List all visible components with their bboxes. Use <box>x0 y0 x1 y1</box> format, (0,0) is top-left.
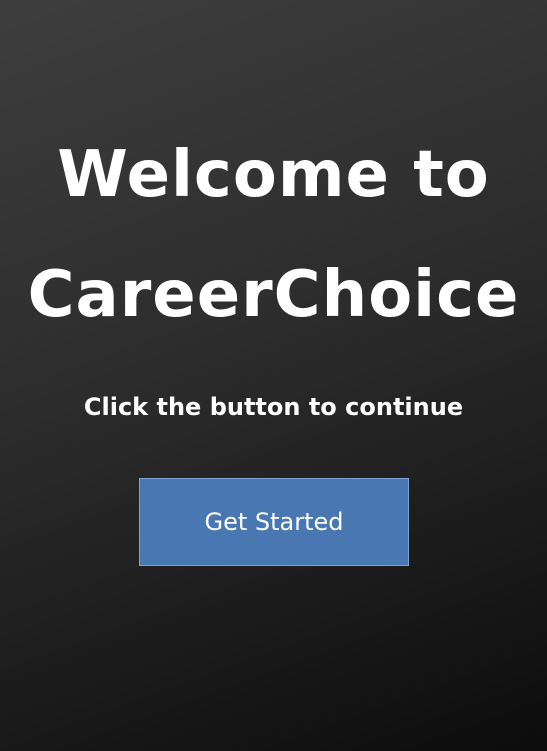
welcome-screen: Welcome to CareerChoice Click the button… <box>0 0 547 751</box>
get-started-button[interactable]: Get Started <box>139 478 409 566</box>
welcome-title-line2: CareerChoice <box>27 258 520 332</box>
welcome-title-line1: Welcome to <box>57 138 490 212</box>
welcome-subtitle: Click the button to continue <box>83 393 464 421</box>
